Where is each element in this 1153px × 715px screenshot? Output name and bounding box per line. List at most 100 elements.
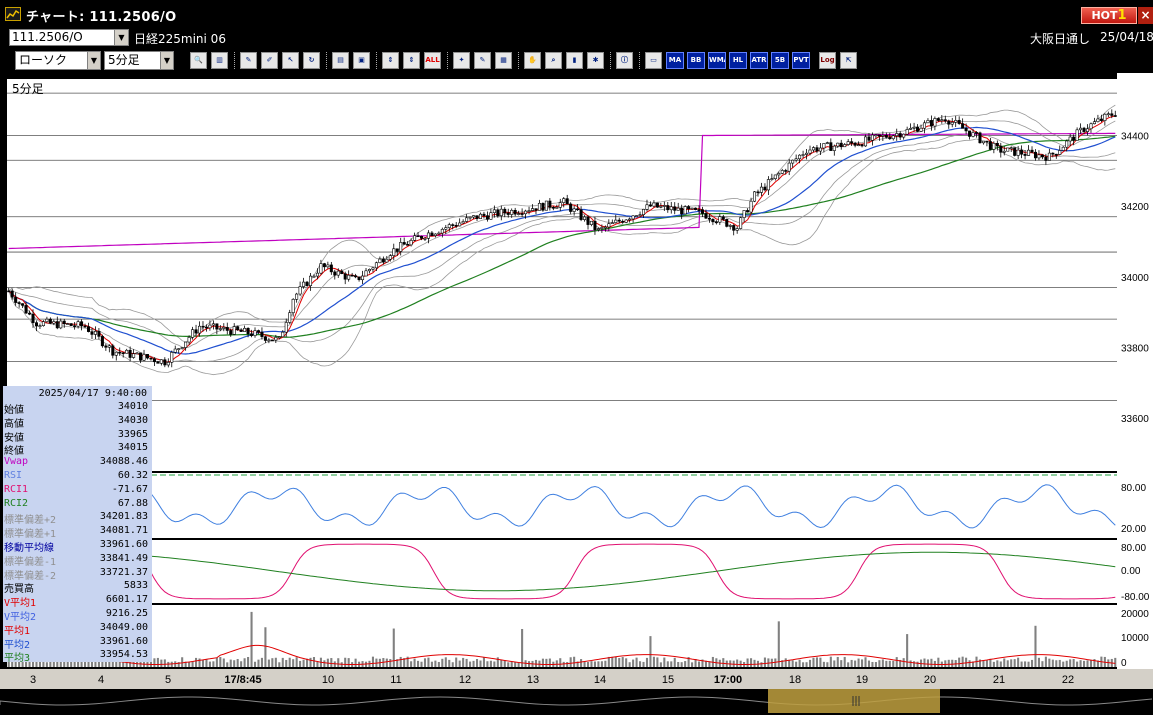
- volume-bar: [455, 657, 458, 667]
- candle-mark-icon[interactable]: ⇕: [403, 52, 420, 69]
- volume-bar: [212, 661, 215, 667]
- candle: [648, 204, 652, 207]
- data-row-label: Vwap: [4, 456, 29, 468]
- signal-icon[interactable]: ✱: [587, 52, 604, 69]
- interval-select[interactable]: 5分足 ▼: [104, 51, 174, 70]
- volume-bar: [999, 661, 1002, 667]
- indicator-wma-button[interactable]: WMA: [708, 52, 726, 69]
- chevron-down-icon[interactable]: ▼: [87, 52, 100, 69]
- candle: [864, 136, 868, 147]
- chart-area[interactable]: 34400 34200 34000 33800 33600 80.00 20.00 80.00…: [0, 73, 1153, 715]
- toolbar-separator: [326, 52, 328, 69]
- candle: [707, 217, 711, 220]
- volume-bar: [635, 657, 638, 667]
- rsi-panel: [7, 473, 1117, 538]
- volume-bar: [750, 658, 753, 667]
- candle: [766, 179, 770, 191]
- print-icon[interactable]: ▤: [332, 52, 349, 69]
- close-button[interactable]: ×: [1138, 7, 1153, 24]
- x-axis-label: 4: [98, 674, 104, 686]
- candle: [1044, 156, 1048, 161]
- candle: [201, 325, 205, 328]
- export-icon[interactable]: ⇱: [840, 52, 857, 69]
- log-icon[interactable]: Log: [819, 52, 836, 69]
- candle-move-icon[interactable]: ⇕: [382, 52, 399, 69]
- candle: [815, 147, 819, 152]
- hand-icon[interactable]: ✋: [524, 52, 541, 69]
- indicator-atr-button[interactable]: ATR: [750, 52, 768, 69]
- data-row: RCI1 -71.67: [4, 484, 150, 497]
- zoom-icon[interactable]: 🔍: [190, 52, 207, 69]
- candle: [988, 141, 992, 150]
- candle: [700, 209, 704, 214]
- candle: [461, 221, 465, 224]
- candle: [454, 224, 458, 227]
- candle: [732, 225, 736, 231]
- candle: [100, 336, 104, 347]
- volume-bar: [639, 661, 642, 667]
- candle: [583, 216, 587, 220]
- hot1-button[interactable]: HOT1: [1081, 7, 1137, 24]
- price-axis-label: 34200: [1121, 202, 1149, 213]
- cursor-icon[interactable]: ↖: [282, 52, 299, 69]
- candle: [347, 274, 351, 280]
- price-axis-label: 33600: [1121, 414, 1149, 425]
- candle: [773, 174, 777, 179]
- candle: [683, 206, 687, 215]
- candle: [107, 345, 111, 348]
- indicator-hl-button[interactable]: HL: [729, 52, 747, 69]
- volume-bar: [926, 659, 929, 667]
- paint-icon[interactable]: ✎: [474, 52, 491, 69]
- volume-bar: [153, 658, 156, 667]
- candle: [600, 227, 604, 229]
- indicator-pvt-button[interactable]: PVT: [792, 52, 810, 69]
- hot-label: HOT: [1091, 9, 1118, 22]
- chevron-down-icon[interactable]: ▼: [160, 52, 173, 69]
- candle: [378, 258, 382, 264]
- candle: [603, 226, 607, 229]
- indicator-bb-button[interactable]: BB: [687, 52, 705, 69]
- candle: [177, 348, 181, 350]
- save-icon[interactable]: ▣: [353, 52, 370, 69]
- candle: [933, 118, 937, 127]
- chart-canvas[interactable]: 344003420034000338003360080.0020.0080.00…: [0, 73, 1153, 715]
- volume-bar: [1069, 659, 1072, 667]
- volume-bar: [292, 659, 295, 667]
- candle: [87, 326, 91, 332]
- volume-bar: [1065, 660, 1068, 667]
- volume-bar: [66, 661, 69, 667]
- chevron-down-icon[interactable]: ▼: [114, 30, 128, 45]
- volume-bar: [472, 660, 475, 667]
- chart-type-select[interactable]: ローソク ▼: [15, 51, 101, 70]
- candle: [742, 210, 746, 218]
- candle: [111, 345, 115, 356]
- candle: [818, 147, 822, 152]
- title-bar[interactable]: チャート: 111.2506/O HOT1 ×: [0, 0, 1153, 27]
- all-icon[interactable]: ALL: [424, 52, 441, 69]
- info-icon[interactable]: ⓘ: [616, 52, 633, 69]
- rci-panel: [7, 540, 1117, 603]
- data-row: 高値 34030: [4, 415, 150, 430]
- candle: [250, 333, 254, 336]
- volume-bar: [663, 657, 666, 667]
- volume-bar: [156, 657, 159, 667]
- indicator-ma-button[interactable]: MA: [666, 52, 684, 69]
- candle: [680, 207, 684, 215]
- search-chart-icon[interactable]: ⌕: [545, 52, 562, 69]
- bars-icon[interactable]: ▥: [211, 52, 228, 69]
- candle: [929, 120, 933, 127]
- grid-icon[interactable]: ▭: [645, 52, 662, 69]
- candle: [572, 208, 576, 212]
- instrument-code-select[interactable]: 111.2506/O ▼: [9, 29, 129, 46]
- indicator-5b-button[interactable]: 5B: [771, 52, 789, 69]
- tools-icon[interactable]: ✦: [453, 52, 470, 69]
- refresh-icon[interactable]: ↻: [303, 52, 320, 69]
- candle: [218, 328, 222, 330]
- volume-bar: [854, 660, 857, 667]
- color-icon[interactable]: ▦: [495, 52, 512, 69]
- pen-icon[interactable]: ✎: [240, 52, 257, 69]
- eraser-icon[interactable]: ✐: [261, 52, 278, 69]
- bar-chart-icon[interactable]: ▮: [566, 52, 583, 69]
- candle: [104, 345, 108, 348]
- volume-bar: [867, 660, 871, 667]
